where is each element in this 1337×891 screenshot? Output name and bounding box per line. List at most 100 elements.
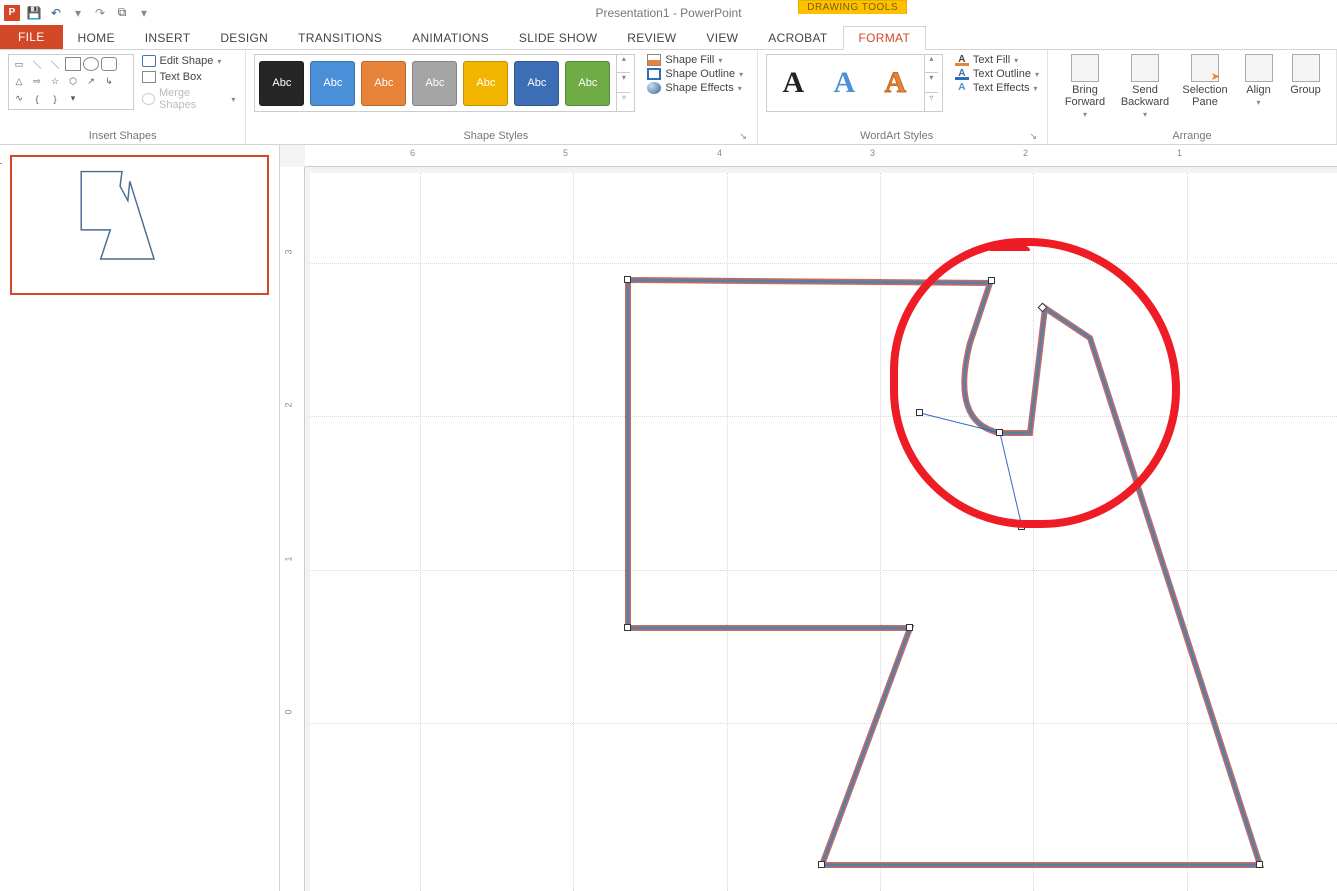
edit-shape-button[interactable]: Edit Shape ▾ [140, 54, 238, 68]
shape-arrow-icon[interactable]: ⇨ [29, 74, 45, 88]
shape-more-icon[interactable]: ▾ [65, 92, 81, 106]
window-title: Presentation1 - PowerPoint [0, 6, 1337, 20]
bring-forward-button[interactable]: Bring Forward▾ [1056, 54, 1114, 119]
slide-canvas[interactable]: 6 5 4 3 2 1 3 2 1 0 [280, 145, 1337, 891]
wordart-style-3[interactable]: A [873, 61, 918, 106]
thumbnail-number: 1 [0, 155, 2, 167]
shape-connector-icon[interactable]: ↳ [101, 74, 117, 88]
shape-outline-button[interactable]: Shape Outline▾ [647, 68, 743, 80]
edit-anchor[interactable] [624, 624, 631, 631]
group-button[interactable]: Group [1283, 54, 1328, 96]
bring-forward-label: Bring Forward [1056, 84, 1114, 108]
shape-fill-button[interactable]: Shape Fill▾ [647, 54, 743, 66]
text-outline-button[interactable]: AText Outline▾ [955, 68, 1039, 80]
tab-acrobat[interactable]: ACROBAT [753, 27, 842, 49]
group-shape-styles: Abc Abc Abc Abc Abc Abc Abc ▴▾▿ Shape Fi… [246, 50, 757, 144]
tab-animations[interactable]: ANIMATIONS [397, 27, 504, 49]
edit-anchor[interactable] [1256, 861, 1263, 868]
tab-home[interactable]: HOME [63, 27, 130, 49]
align-label: Align [1246, 84, 1270, 96]
text-fill-icon: A [955, 54, 969, 66]
send-backward-icon [1131, 54, 1159, 82]
text-fill-label: Text Fill [973, 54, 1010, 66]
ribbon-tabs: FILE HOME INSERT DESIGN TRANSITIONS ANIM… [0, 25, 1337, 50]
style-swatch-darkblue[interactable]: Abc [514, 61, 559, 106]
edit-anchor[interactable] [906, 624, 913, 631]
shape-textbox-icon[interactable]: ▭ [11, 57, 27, 71]
redo-icon[interactable]: ↷ [92, 5, 108, 21]
shape-line-icon[interactable]: ＼ [29, 57, 45, 71]
tab-slideshow[interactable]: SLIDE SHOW [504, 27, 612, 49]
style-swatch-gold[interactable]: Abc [463, 61, 508, 106]
text-effects-button[interactable]: AText Effects▾ [955, 82, 1039, 94]
send-backward-button[interactable]: Send Backward▾ [1116, 54, 1174, 119]
undo-icon[interactable]: ↶ [48, 5, 64, 21]
send-backward-label: Send Backward [1116, 84, 1174, 108]
style-gallery-scroll[interactable]: ▴▾▿ [616, 54, 630, 112]
group-icon [1292, 54, 1320, 82]
freeform-shape[interactable] [310, 173, 1310, 891]
shape-roundrect-icon[interactable] [101, 57, 117, 71]
text-box-button[interactable]: Text Box [140, 70, 238, 84]
shape-brace-icon[interactable]: { [29, 92, 45, 106]
shape-star-icon[interactable]: ☆ [47, 74, 63, 88]
slide-thumbnail-1[interactable] [10, 155, 269, 295]
shape-style-gallery[interactable]: Abc Abc Abc Abc Abc Abc Abc ▴▾▿ [254, 54, 635, 112]
start-from-beginning-icon[interactable]: ⧉ [114, 5, 130, 21]
qat-customize-icon[interactable]: ▾ [136, 5, 152, 21]
selection-pane-button[interactable]: ➤ Selection Pane [1176, 54, 1234, 108]
save-icon[interactable]: 💾 [26, 5, 42, 21]
tab-design[interactable]: DESIGN [205, 27, 283, 49]
style-swatch-gray[interactable]: Abc [412, 61, 457, 106]
shape-rect-icon[interactable] [65, 57, 81, 71]
shapes-gallery[interactable]: ▭ ＼ ＼ △ ⇨ ☆ ⬡ ↗ ↳ ∿ { } ▾ [8, 54, 134, 110]
shape-line2-icon[interactable]: ＼ [47, 57, 63, 71]
shape-curve-icon[interactable]: ∿ [11, 92, 27, 106]
tab-insert[interactable]: INSERT [130, 27, 206, 49]
wordart-gallery[interactable]: A A A ▴▾▿ [766, 54, 943, 112]
wordart-style-1[interactable]: A [771, 61, 816, 106]
shape-hex-icon[interactable]: ⬡ [65, 74, 81, 88]
merge-shapes-icon [142, 93, 155, 105]
tab-transitions[interactable]: TRANSITIONS [283, 27, 397, 49]
group-label-shape-styles: Shape Styles [254, 128, 737, 142]
tab-review[interactable]: REVIEW [612, 27, 691, 49]
edit-anchor[interactable] [818, 861, 825, 868]
align-button[interactable]: Align▾ [1236, 54, 1281, 107]
shape-fill-icon [647, 54, 661, 66]
tab-format[interactable]: FORMAT [843, 26, 927, 50]
bring-forward-icon [1071, 54, 1099, 82]
horizontal-ruler: 6 5 4 3 2 1 [305, 145, 1337, 167]
group-insert-shapes: ▭ ＼ ＼ △ ⇨ ☆ ⬡ ↗ ↳ ∿ { } ▾ Edit Sh [0, 50, 246, 144]
edit-shape-label: Edit Shape [160, 55, 214, 67]
shape-styles-dialog-launcher[interactable]: ↘ [737, 131, 749, 142]
shape-outline-label: Shape Outline [665, 68, 735, 80]
align-icon [1245, 54, 1273, 82]
tab-view[interactable]: VIEW [691, 27, 753, 49]
shape-oval-icon[interactable] [83, 57, 99, 71]
shape-arrow2-icon[interactable]: ↗ [83, 74, 99, 88]
shape-effects-button[interactable]: Shape Effects▾ [647, 82, 743, 94]
thumbnail-preview [12, 157, 267, 293]
selection-pane-icon: ➤ [1191, 54, 1219, 82]
text-effects-label: Text Effects [973, 82, 1030, 94]
style-swatch-orange[interactable]: Abc [361, 61, 406, 106]
style-swatch-green[interactable]: Abc [565, 61, 610, 106]
wordart-style-2[interactable]: A [822, 61, 867, 106]
ruler-tick: 5 [563, 148, 568, 158]
ribbon: ▭ ＼ ＼ △ ⇨ ☆ ⬡ ↗ ↳ ∿ { } ▾ Edit Sh [0, 50, 1337, 145]
style-swatch-black[interactable]: Abc [259, 61, 304, 106]
text-fill-button[interactable]: AText Fill▾ [955, 54, 1039, 66]
style-swatch-blue[interactable]: Abc [310, 61, 355, 106]
wordart-gallery-scroll[interactable]: ▴▾▿ [924, 54, 938, 112]
undo-dropdown-icon[interactable]: ▾ [70, 5, 86, 21]
shape-brace2-icon[interactable]: } [47, 92, 63, 106]
context-tab-container: DRAWING TOOLS [798, 0, 907, 14]
wordart-dialog-launcher[interactable]: ↘ [1027, 131, 1039, 142]
tab-file[interactable]: FILE [0, 25, 63, 49]
text-box-icon [142, 71, 156, 83]
slide-edit-area[interactable] [310, 173, 1337, 891]
edit-anchor[interactable] [624, 276, 631, 283]
workspace: 1 6 5 4 3 2 1 3 2 1 0 [0, 145, 1337, 891]
shape-triangle-icon[interactable]: △ [11, 74, 27, 88]
